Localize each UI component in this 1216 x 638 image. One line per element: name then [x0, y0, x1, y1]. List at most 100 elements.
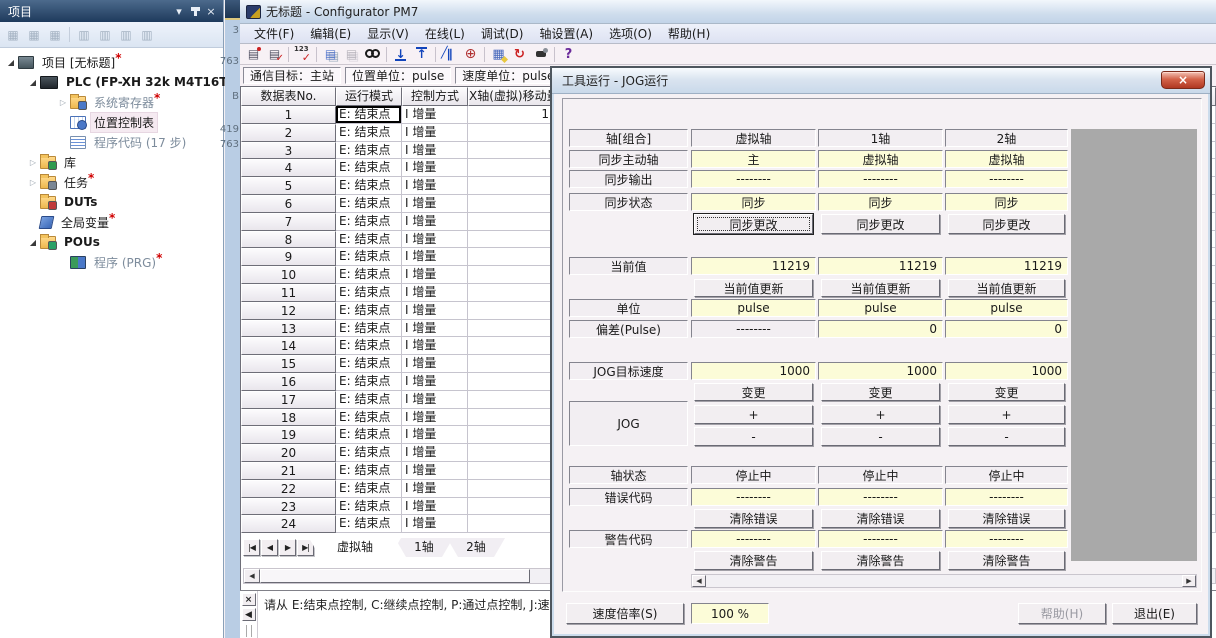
current-value-update-button[interactable]: 当前值更新	[948, 279, 1065, 297]
operation-mode-cell[interactable]: E: 结束点	[336, 320, 402, 338]
x-axis-move-cell[interactable]	[468, 480, 553, 498]
menu-item[interactable]: 轴设置(A)	[531, 24, 601, 43]
control-method-cell[interactable]: I 增量	[402, 159, 468, 177]
control-method-cell[interactable]: I 增量	[402, 266, 468, 284]
plug-monitor-icon[interactable]	[531, 45, 550, 63]
speed-ratio-button[interactable]: 速度倍率(S)	[566, 603, 684, 624]
operation-mode-cell[interactable]: E: 结束点	[336, 177, 402, 195]
menu-item[interactable]: 调试(D)	[473, 24, 532, 43]
operation-mode-cell[interactable]: E: 结束点	[336, 248, 402, 266]
dialog-horizontal-scrollbar[interactable]: ◀ ▶	[691, 574, 1197, 588]
scroll-right-icon[interactable]: ▶	[1182, 575, 1196, 587]
control-method-cell[interactable]: I 增量	[402, 320, 468, 338]
x-axis-move-cell[interactable]	[468, 124, 553, 142]
control-method-cell[interactable]: I 增量	[402, 284, 468, 302]
row-number-cell[interactable]: 12	[241, 302, 336, 320]
speed-change-button[interactable]: 变更	[694, 383, 813, 401]
operation-mode-cell[interactable]: E: 结束点	[336, 444, 402, 462]
operation-mode-cell[interactable]: E: 结束点	[336, 409, 402, 427]
tree-item[interactable]: DUTs	[0, 192, 223, 212]
row-number-cell[interactable]: 14	[241, 337, 336, 355]
x-axis-move-cell[interactable]	[468, 177, 553, 195]
row-number-cell[interactable]: 18	[241, 409, 336, 427]
operation-mode-cell[interactable]: E: 结束点	[336, 213, 402, 231]
row-number-cell[interactable]: 13	[241, 320, 336, 338]
operation-mode-cell[interactable]: E: 结束点	[336, 231, 402, 249]
tree-item[interactable]: ▷系统寄存器*	[0, 92, 223, 112]
operation-mode-cell[interactable]: E: 结束点	[336, 337, 402, 355]
operation-mode-cell[interactable]: E: 结束点	[336, 498, 402, 516]
operation-mode-cell[interactable]: E: 结束点	[336, 284, 402, 302]
operation-mode-cell[interactable]: E: 结束点	[336, 355, 402, 373]
clear-error-button[interactable]: 清除错误	[948, 509, 1065, 528]
tree-item[interactable]: 程序 (PRG)*	[0, 252, 223, 272]
chevron-down-icon[interactable]: ▾	[171, 4, 187, 19]
scroll-left-icon[interactable]: ◀	[244, 569, 260, 583]
menu-item[interactable]: 文件(F)	[246, 24, 302, 43]
row-number-cell[interactable]: 11	[241, 284, 336, 302]
collapse-left-icon[interactable]: ◀	[242, 608, 256, 621]
control-method-cell[interactable]: I 增量	[402, 124, 468, 142]
x-axis-move-cell[interactable]	[468, 320, 553, 338]
sheet-tab-3[interactable]: 2轴	[447, 538, 505, 557]
x-axis-move-cell[interactable]	[468, 337, 553, 355]
row-number-cell[interactable]: 23	[241, 498, 336, 516]
clear-error-button[interactable]: 清除错误	[694, 509, 813, 528]
x-axis-move-cell[interactable]	[468, 195, 553, 213]
operation-mode-cell[interactable]: E: 结束点	[336, 195, 402, 213]
column-header[interactable]: 数据表No.	[241, 87, 336, 106]
x-axis-move-cell[interactable]	[468, 159, 553, 177]
speed-change-button[interactable]: 变更	[948, 383, 1065, 401]
exit-button[interactable]: 退出(E)	[1112, 603, 1197, 624]
operation-mode-cell[interactable]: E: 结束点	[336, 142, 402, 160]
collapsed-arrow-icon[interactable]: ▷	[56, 98, 70, 107]
operation-mode-cell[interactable]: E: 结束点	[336, 480, 402, 498]
control-method-cell[interactable]: I 增量	[402, 355, 468, 373]
operation-mode-cell[interactable]: E: 结束点	[336, 515, 402, 533]
find-icon[interactable]	[363, 45, 382, 63]
control-method-cell[interactable]: I 增量	[402, 480, 468, 498]
row-number-cell[interactable]: 1	[241, 106, 336, 124]
control-method-cell[interactable]: I 增量	[402, 337, 468, 355]
tree-item[interactable]: 全局变量*	[0, 212, 223, 232]
pause-slash-icon[interactable]	[440, 45, 459, 63]
scrollbar-thumb[interactable]	[260, 569, 530, 583]
x-axis-move-cell[interactable]	[468, 498, 553, 516]
close-icon[interactable]: ×	[242, 593, 256, 606]
speed-change-button[interactable]: 变更	[821, 383, 940, 401]
x-axis-move-cell[interactable]	[468, 213, 553, 231]
close-button[interactable]: ×	[1161, 71, 1205, 89]
x-axis-move-cell[interactable]	[468, 231, 553, 249]
bookmark-book-icon[interactable]: ▥	[117, 26, 135, 43]
x-axis-move-cell[interactable]: 1	[468, 106, 553, 124]
operation-mode-cell[interactable]: E: 结束点	[336, 106, 402, 124]
verify-123-icon[interactable]	[293, 45, 312, 63]
upload-from-plc-icon[interactable]	[412, 45, 431, 63]
help-icon[interactable]	[559, 45, 578, 63]
row-number-cell[interactable]: 5	[241, 177, 336, 195]
axis-position-icon[interactable]	[461, 45, 480, 63]
jog-minus-button[interactable]: -	[948, 427, 1065, 446]
collapsed-arrow-icon[interactable]: ▷	[26, 178, 40, 187]
x-axis-move-cell[interactable]	[468, 284, 553, 302]
tree-item[interactable]: 位置控制表	[0, 112, 223, 132]
tree-item[interactable]: ◢POUs	[0, 232, 223, 252]
open-book-icon[interactable]: ▥	[75, 26, 93, 43]
tree-item[interactable]: 程序代码 (17 步)	[0, 132, 223, 152]
tab-nav-next-button[interactable]: ▶	[279, 539, 296, 556]
x-axis-move-cell[interactable]	[468, 391, 553, 409]
menu-item[interactable]: 在线(L)	[417, 24, 473, 43]
new-document-icon[interactable]	[244, 45, 263, 63]
x-axis-move-cell[interactable]	[468, 248, 553, 266]
x-axis-move-cell[interactable]	[468, 266, 553, 284]
jog-minus-button[interactable]: -	[694, 427, 813, 446]
row-number-cell[interactable]: 8	[241, 231, 336, 249]
clear-warning-button[interactable]: 清除警告	[821, 551, 940, 570]
close-icon[interactable]: ×	[203, 4, 219, 19]
column-header[interactable]: 运行模式	[336, 87, 402, 106]
row-number-cell[interactable]: 16	[241, 373, 336, 391]
control-method-cell[interactable]: I 增量	[402, 213, 468, 231]
operation-mode-cell[interactable]: E: 结束点	[336, 462, 402, 480]
copy-icon[interactable]	[321, 45, 340, 63]
control-method-cell[interactable]: I 增量	[402, 515, 468, 533]
